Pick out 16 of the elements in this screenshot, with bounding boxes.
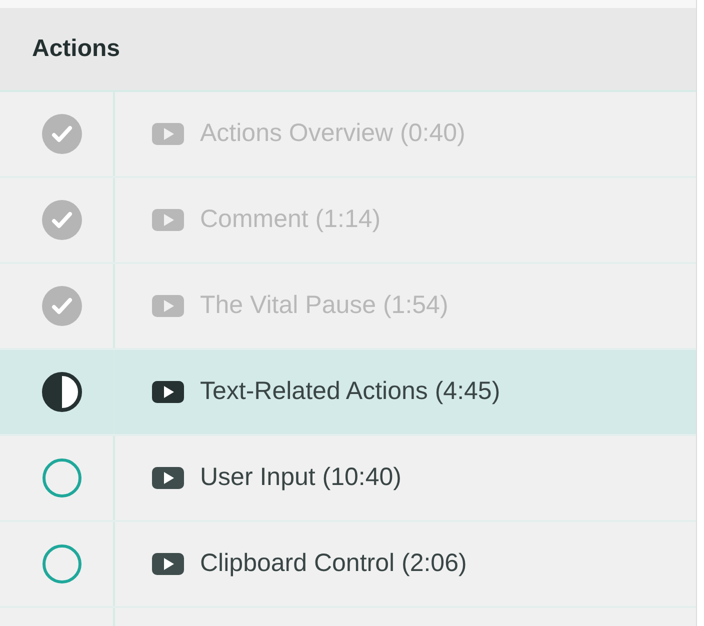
lesson-title: User Input (10:40) — [200, 462, 402, 494]
section-title: Actions — [32, 34, 120, 64]
lesson-title: The Vital Pause (1:54) — [200, 290, 448, 322]
play-icon — [152, 123, 184, 145]
lesson-row[interactable]: User Input (10:40) — [0, 436, 696, 522]
lesson-title: Comment (1:14) — [200, 204, 381, 236]
lesson-row[interactable]: Clipboard Control (2:06) — [0, 522, 696, 608]
play-icon — [152, 467, 184, 489]
play-icon — [152, 381, 184, 403]
lesson-title: Clipboard Control (2:06) — [200, 548, 467, 580]
lesson-title: Actions Overview (0:40) — [200, 118, 466, 150]
lesson-title: Text-Related Actions (4:45) — [200, 376, 500, 408]
play-icon — [152, 295, 184, 317]
lesson-row[interactable]: Text-Related Actions (4:45) — [0, 350, 696, 436]
play-icon — [152, 209, 184, 231]
play-icon — [152, 553, 184, 575]
